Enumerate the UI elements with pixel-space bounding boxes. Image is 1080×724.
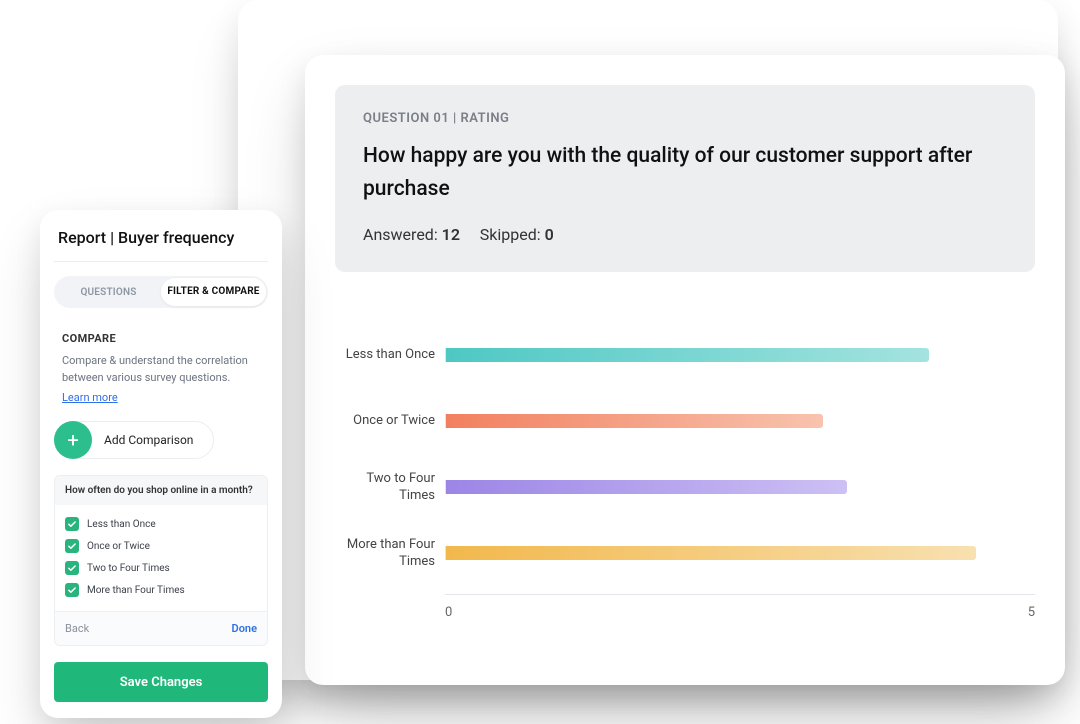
option-label: More than Four Times [87, 585, 185, 596]
bar-track [445, 546, 1035, 560]
chart-row-label: Once or Twice [335, 412, 435, 430]
add-comparison-button[interactable]: + Add Comparison [54, 421, 214, 459]
bar-track [445, 480, 1035, 494]
x-axis: 0 5 [445, 594, 1035, 620]
compare-text: Compare & understand the correlation bet… [62, 353, 260, 386]
chart-row: More than Four Times [445, 520, 1035, 586]
bar [446, 348, 929, 362]
tab-questions[interactable]: QUESTIONS [56, 287, 161, 298]
bar [446, 546, 976, 560]
option-footer: Back Done [55, 611, 267, 645]
checkbox-checked-icon[interactable] [65, 583, 79, 597]
skipped-label: Skipped: [480, 225, 541, 244]
chart-row-label: Less than Once [335, 346, 435, 364]
checkbox-checked-icon[interactable] [65, 517, 79, 531]
x-tick-max: 5 [1028, 605, 1035, 620]
back-button[interactable]: Back [65, 622, 89, 635]
tab-bar: QUESTIONS FILTER & COMPARE [54, 276, 268, 308]
option-item[interactable]: Once or Twice [65, 535, 257, 557]
answered-value: 12 [442, 225, 460, 244]
compare-heading: COMPARE [62, 332, 260, 345]
question-meta: QUESTION 01 | RATING [363, 111, 1007, 126]
bar-chart: Less than Once Once or Twice Two to Four… [335, 322, 1035, 620]
add-comparison-label: Add Comparison [104, 433, 193, 447]
chart-row-label: More than Four Times [335, 536, 435, 571]
bar-track [445, 348, 1035, 362]
option-item[interactable]: Less than Once [65, 513, 257, 535]
learn-more-link[interactable]: Learn more [62, 391, 118, 404]
chart-row: Once or Twice [445, 388, 1035, 454]
x-tick-min: 0 [445, 605, 452, 620]
option-label: Two to Four Times [87, 563, 170, 574]
chart-row: Less than Once [445, 322, 1035, 388]
option-list: Less than Once Once or Twice Two to Four… [55, 505, 267, 611]
checkbox-checked-icon[interactable] [65, 539, 79, 553]
question-result-card: QUESTION 01 | RATING How happy are you w… [305, 55, 1065, 685]
checkbox-checked-icon[interactable] [65, 561, 79, 575]
option-item[interactable]: Two to Four Times [65, 557, 257, 579]
panel-title: Report | Buyer frequency [54, 228, 268, 262]
bar [446, 414, 823, 428]
comparison-question-box: How often do you shop online in a month?… [54, 475, 268, 646]
option-item[interactable]: More than Four Times [65, 579, 257, 601]
report-panel: Report | Buyer frequency QUESTIONS FILTE… [40, 210, 282, 718]
compare-section: COMPARE Compare & understand the correla… [54, 322, 268, 407]
tab-filter-compare[interactable]: FILTER & COMPARE [161, 278, 266, 306]
save-changes-button[interactable]: Save Changes [54, 662, 268, 702]
done-button[interactable]: Done [232, 622, 257, 635]
skipped-value: 0 [545, 225, 554, 244]
option-label: Less than Once [87, 519, 156, 530]
bar-track [445, 414, 1035, 428]
plus-icon: + [54, 421, 92, 459]
question-title: How happy are you with the quality of ou… [363, 140, 1007, 205]
question-stats: Answered: 12 Skipped: 0 [363, 225, 1007, 244]
comparison-question-text: How often do you shop online in a month? [55, 476, 267, 505]
chart-row-label: Two to Four Times [335, 470, 435, 505]
bar [446, 480, 847, 494]
answered-label: Answered: [363, 225, 438, 244]
question-header: QUESTION 01 | RATING How happy are you w… [335, 85, 1035, 272]
chart-row: Two to Four Times [445, 454, 1035, 520]
option-label: Once or Twice [87, 541, 150, 552]
